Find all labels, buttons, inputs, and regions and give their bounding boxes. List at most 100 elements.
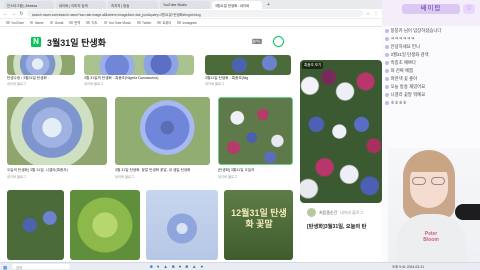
- search-icon[interactable]: [273, 36, 284, 47]
- heart-icon[interactable]: ♡: [463, 4, 475, 14]
- taskbar-search[interactable]: 검색: [12, 264, 70, 270]
- bookmark-item[interactable]: YouTube Music: [103, 20, 131, 25]
- favicon-icon: [157, 20, 161, 25]
- user-dot-icon: [385, 92, 389, 97]
- favicon-icon: [49, 20, 54, 25]
- user-dot-icon: [385, 60, 389, 65]
- bookmarks-bar: YouTube Naver Gmail 번역 지도 YouTube Music …: [0, 19, 382, 27]
- bookmark-item[interactable]: 지도: [86, 20, 98, 25]
- chat-message: 와 진짜 예쁨: [385, 68, 413, 74]
- favicon-icon: [86, 20, 90, 25]
- image-source: 네이버 블로그: [205, 82, 225, 86]
- chat-message: 붕붕카 님이 입장하셨습니다: [385, 28, 441, 34]
- chat-message: ㅎㅎㅎㅎ: [385, 100, 407, 106]
- reload-icon[interactable]: ↻: [19, 11, 24, 17]
- image-thumbnail[interactable]: [84, 55, 194, 75]
- browser-tab[interactable]: 네이버 | 이미지 검색: [56, 1, 106, 9]
- screen: 인스타그램 | Afreeca 네이버 | 이미지 검색 치지직 | 방송 Yo…: [0, 0, 480, 270]
- image-thumbnail[interactable]: [146, 190, 218, 260]
- browser-tab[interactable]: 인스타그램 | Afreeca: [4, 1, 54, 9]
- bookmark-label: 번역: [74, 21, 81, 25]
- browser-tab-active[interactable]: 3월31일 탄생화 : 네이버: [212, 1, 262, 9]
- image-caption[interactable]: 3월31일 탄생화 - 흑종초(Nig: [205, 76, 293, 80]
- glasses: [412, 177, 446, 185]
- author-source: 네이버 블로그: [340, 210, 364, 215]
- browser-tab[interactable]: 치지직 | 방송: [108, 1, 158, 9]
- author-name[interactable]: 처음종순간: [319, 210, 337, 216]
- chat-message: 니겔라 꽃말 뭐예요: [385, 92, 425, 98]
- windows-start-icon[interactable]: ▦: [3, 265, 7, 270]
- chat-message: ㅋㅋㅋㅋㅋㅋ: [385, 36, 415, 42]
- image-thumbnail[interactable]: [7, 55, 75, 75]
- star-icon[interactable]: ☆: [366, 11, 371, 16]
- bookmark-label: Twitch: [142, 20, 152, 25]
- image-thumbnail-selected[interactable]: [218, 97, 293, 165]
- user-dot-icon: [385, 44, 389, 49]
- image-caption[interactable]: 오늘의 탄생화) 3월 31일, 니겔라(흑종초): [7, 168, 109, 172]
- address-bar: ← → ↻ search.naver.com/search.naver?ssc=…: [0, 9, 382, 19]
- new-tab-button[interactable]: +: [264, 1, 273, 9]
- image-thumbnail[interactable]: [70, 190, 140, 260]
- chat-message: 오늘 방송 재밌어요: [385, 84, 425, 90]
- image-thumbnail[interactable]: 12월31일 탄생화 꽃말: [224, 190, 293, 260]
- bookmark-item[interactable]: 번역: [69, 20, 80, 25]
- bookmark-label: 지도: [91, 21, 98, 25]
- featured-title[interactable]: [탄생화]3월31일, 오늘의 탄: [307, 223, 366, 230]
- chat-message: 파란색 꽃 좋아: [385, 76, 417, 82]
- image-caption[interactable]: 3월 31일의 탄생화 - 흑종초(Nigella Damascena): [84, 76, 196, 80]
- bookmark-label: Instagram: [182, 20, 198, 25]
- image-thumbnail[interactable]: [115, 97, 210, 165]
- user-dot-icon: [385, 36, 389, 41]
- taskbar-app-icons[interactable]: ■●▲■●■▲●: [150, 264, 207, 269]
- naver-header: N 3월31일 탄생화 ⌨: [0, 27, 382, 55]
- streamer-nickname: 쌔이랍: [402, 4, 460, 14]
- url-field[interactable]: search.naver.com/search.naver?ssc=tab.im…: [27, 10, 364, 17]
- favicon-icon: [29, 20, 34, 25]
- user-dot-icon: [385, 68, 389, 73]
- bookmark-item[interactable]: Gmail: [49, 20, 64, 25]
- bookmark-label: Naver: [34, 20, 44, 25]
- favicon-icon: [6, 20, 10, 25]
- image-thumbnail[interactable]: [205, 55, 291, 75]
- image-caption[interactable]: [탄생화] 3월31일 오늘의: [218, 168, 294, 172]
- streamer-bangs: [408, 152, 450, 172]
- naver-logo[interactable]: N: [31, 37, 41, 47]
- favicon-icon: [103, 20, 108, 25]
- forward-icon[interactable]: →: [11, 11, 16, 17]
- bookmark-item[interactable]: 트위터: [157, 20, 171, 25]
- bookmark-label: Gmail: [54, 20, 64, 25]
- image-source: 네이버 블로그: [115, 175, 135, 179]
- menu-icon[interactable]: ⋮: [374, 11, 379, 16]
- user-dot-icon: [385, 52, 389, 57]
- browser-tab-strip: 인스타그램 | Afreeca 네이버 | 이미지 검색 치지직 | 방송 Yo…: [0, 0, 382, 9]
- user-dot-icon: [385, 76, 389, 81]
- bookmark-item[interactable]: Twitch: [137, 21, 151, 25]
- favicon-icon: [177, 20, 181, 25]
- bookmark-item[interactable]: Naver: [29, 20, 44, 25]
- user-dot-icon: [385, 100, 389, 105]
- bookmark-item[interactable]: Instagram: [177, 21, 197, 25]
- chat-message: 3월31일 탄생화 검색: [385, 52, 429, 58]
- search-query[interactable]: 3월31일 탄생화: [47, 36, 106, 49]
- image-thumbnail[interactable]: [7, 97, 107, 165]
- keyboard-icon[interactable]: ⌨: [252, 38, 266, 46]
- featured-badge: 흑종초 보기: [302, 62, 324, 69]
- chat-message: 안녕하세요 언니: [385, 44, 420, 50]
- microphone: [455, 204, 480, 220]
- taskbar-clock[interactable]: 오후 9:41 2024-03-31: [392, 264, 424, 269]
- bookmark-item[interactable]: YouTube: [6, 21, 24, 25]
- back-icon[interactable]: ←: [3, 11, 8, 17]
- bookmark-label: YouTube: [11, 20, 24, 25]
- image-thumbnail[interactable]: [7, 190, 64, 260]
- image-caption[interactable]: 탄생수정 / 3월31일 탄생화 -: [7, 76, 77, 80]
- featured-image[interactable]: 흑종초 보기: [300, 60, 382, 203]
- user-dot-icon: [385, 28, 389, 33]
- favicon-icon: [69, 20, 73, 25]
- chat-message: 흑종초 예쁘다: [385, 60, 416, 66]
- author-avatar[interactable]: [307, 208, 316, 217]
- image-source: 네이버 블로그: [7, 82, 27, 86]
- image-caption[interactable]: 3월 31일 탄생화, 꽃말 탄생화 꽃말, 내 생일 탄생화: [115, 168, 212, 172]
- taskbar: ▦ 검색 ■●▲■●■▲● 오후 9:41 2024-03-31: [0, 262, 480, 270]
- browser-tab[interactable]: YouTube Studio: [160, 1, 210, 9]
- favicon-icon: [137, 20, 141, 25]
